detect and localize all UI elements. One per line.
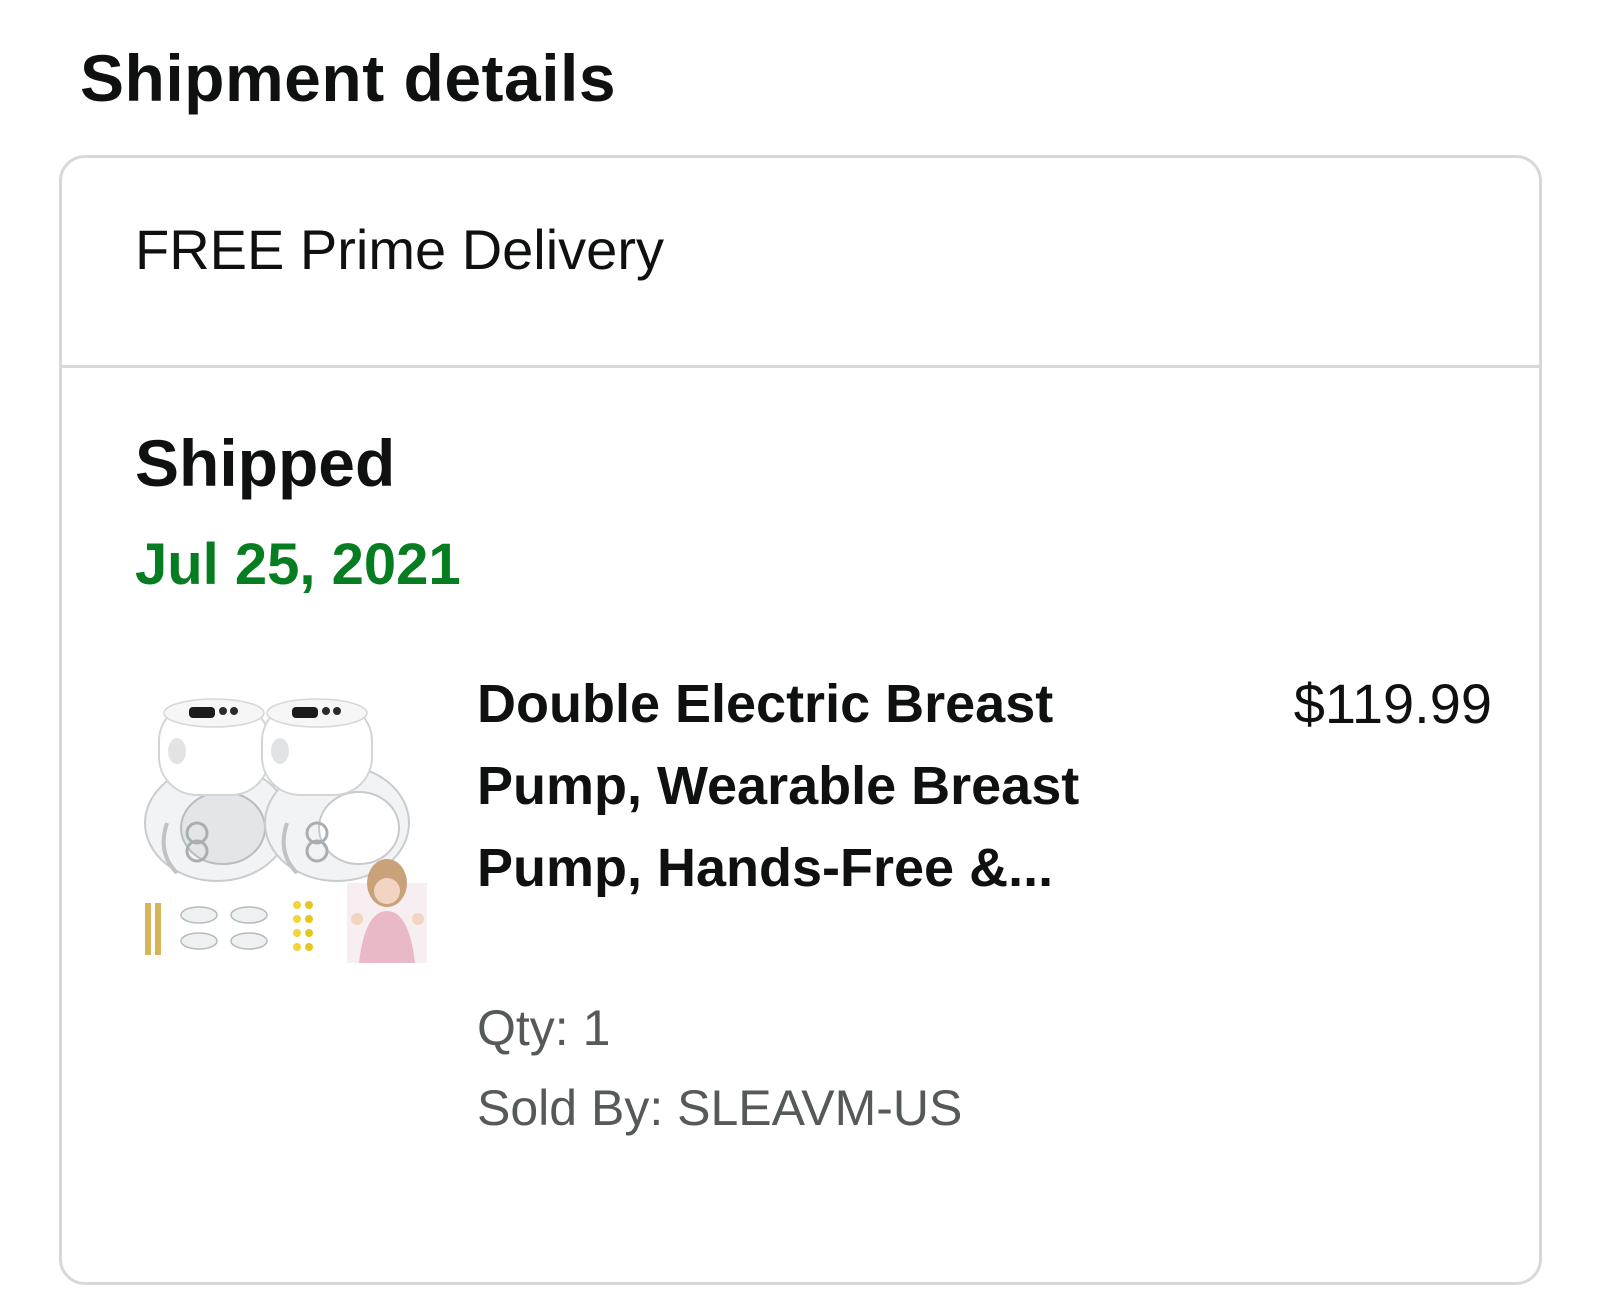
product-thumbnail[interactable]: [137, 683, 427, 963]
breast-pump-image-icon: [144, 698, 427, 963]
item-price: $119.99: [1293, 672, 1492, 735]
delivery-row: FREE Prime Delivery: [62, 158, 1539, 368]
shipment-card: FREE Prime Delivery Shipped Jul 25, 2021: [59, 155, 1542, 1285]
delivery-label: FREE Prime Delivery: [135, 218, 664, 281]
item-quantity: Qty: 1: [477, 1000, 611, 1056]
item-title-link[interactable]: Double Electric Breast Pump, Wearable Br…: [477, 663, 1167, 909]
item-seller: Sold By: SLEAVM-US: [477, 1080, 963, 1136]
shipment-date: Jul 25, 2021: [135, 532, 461, 597]
section-title: Shipment details: [80, 41, 617, 115]
shipment-status: Shipped: [135, 426, 396, 500]
